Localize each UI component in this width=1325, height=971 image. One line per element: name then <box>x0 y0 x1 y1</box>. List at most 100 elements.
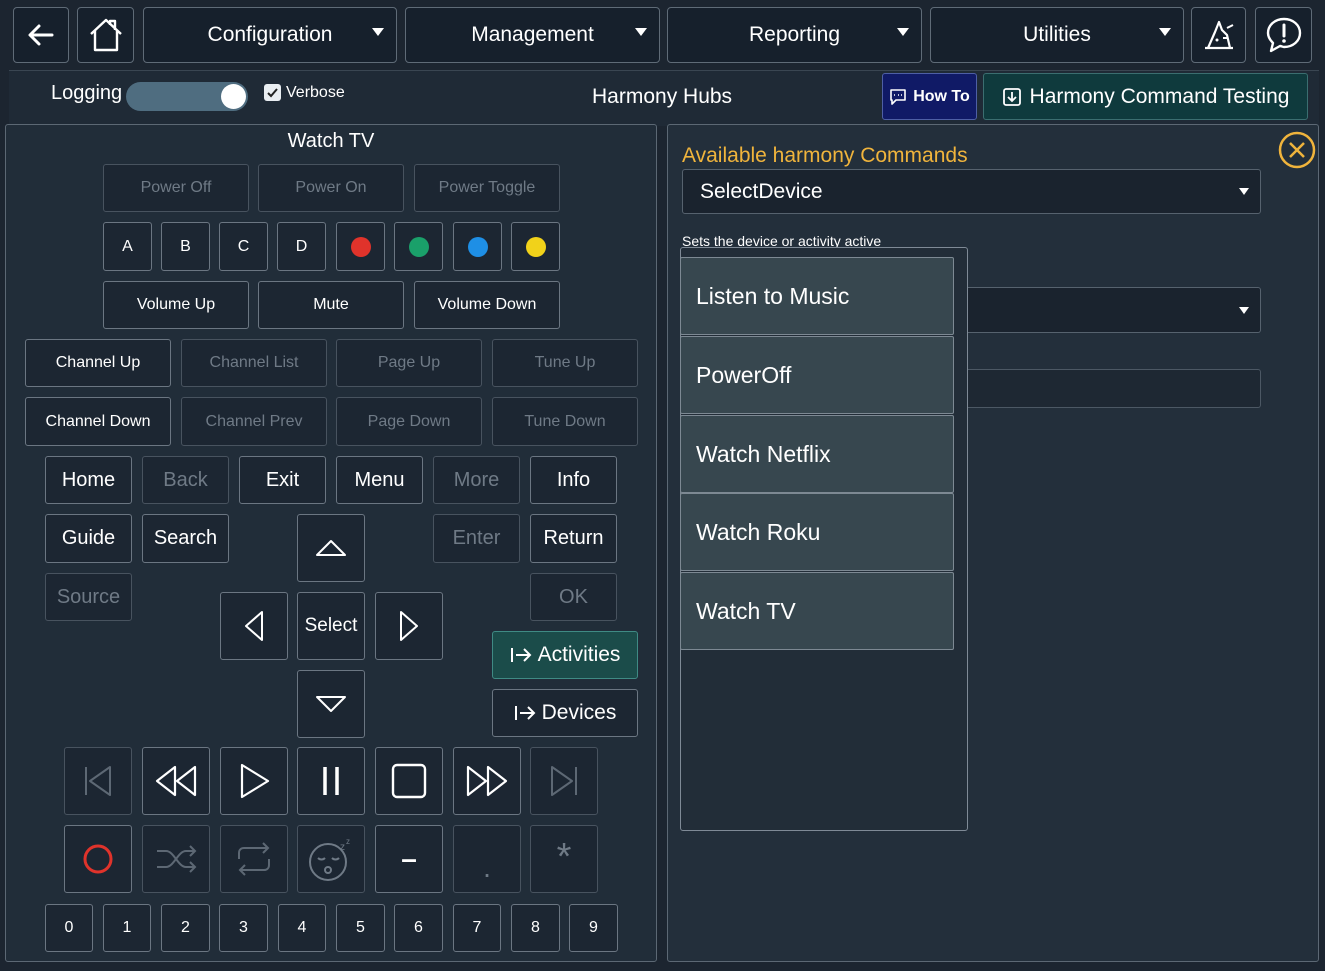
dot-button[interactable]: . <box>453 825 521 893</box>
green-button[interactable] <box>394 222 443 271</box>
channel-down-button[interactable]: Channel Down <box>25 397 171 446</box>
channel-prev-button[interactable]: Channel Prev <box>181 397 327 446</box>
dropdown-option-listen-to-music[interactable]: Listen to Music <box>680 257 954 335</box>
a-button[interactable]: A <box>103 222 152 271</box>
pause-button[interactable] <box>297 747 365 815</box>
select-button[interactable]: Select <box>297 592 365 660</box>
record-icon <box>83 844 113 874</box>
play-button[interactable] <box>220 747 288 815</box>
info-button[interactable]: Info <box>530 456 617 504</box>
how-to-button[interactable]: How To <box>882 73 977 120</box>
back-remote-button[interactable]: Back <box>142 456 229 504</box>
power-off-button[interactable]: Power Off <box>103 164 249 212</box>
devices-label: Devices <box>541 701 617 724</box>
home-remote-button[interactable]: Home <box>45 456 132 504</box>
power-toggle-button[interactable]: Power Toggle <box>414 164 560 212</box>
skip-forward-button[interactable] <box>530 747 598 815</box>
skip-back-icon <box>85 766 111 796</box>
number-0-button[interactable]: 0 <box>45 904 93 952</box>
yellow-dot-icon <box>525 236 546 257</box>
volume-down-button[interactable]: Volume Down <box>414 281 560 329</box>
menu-button[interactable]: Menu <box>336 456 423 504</box>
fast-forward-icon <box>466 765 508 797</box>
left-arrow-button[interactable] <box>220 592 288 660</box>
command-select[interactable]: SelectDevice <box>682 169 1261 214</box>
ok-button[interactable]: OK <box>530 573 617 621</box>
fast-forward-button[interactable] <box>453 747 521 815</box>
exit-button[interactable]: Exit <box>239 456 326 504</box>
down-arrow-button[interactable] <box>297 670 365 738</box>
number-1-button[interactable]: 1 <box>103 904 151 952</box>
verbose-checkbox[interactable] <box>264 84 281 101</box>
logging-toggle[interactable] <box>126 82 248 111</box>
repeat-button[interactable] <box>220 825 288 893</box>
utilities-menu[interactable]: Utilities <box>930 7 1184 63</box>
rewind-button[interactable] <box>142 747 210 815</box>
close-button[interactable] <box>1278 131 1316 169</box>
number-9-button[interactable]: 9 <box>569 904 618 952</box>
skip-forward-icon <box>551 766 577 796</box>
star-button[interactable]: * <box>530 825 598 893</box>
devices-button[interactable]: Devices <box>492 689 638 737</box>
number-2-button[interactable]: 2 <box>161 904 210 952</box>
mute-button[interactable]: Mute <box>258 281 404 329</box>
feedback-button[interactable] <box>1255 7 1312 63</box>
return-button[interactable]: Return <box>530 514 617 563</box>
number-6-button[interactable]: 6 <box>394 904 443 952</box>
search-button[interactable]: Search <box>142 514 229 563</box>
blue-button[interactable] <box>453 222 502 271</box>
shuffle-icon <box>157 845 197 873</box>
dropdown-option-poweroff[interactable]: PowerOff <box>680 336 954 414</box>
sleep-button[interactable]: zz <box>297 825 365 893</box>
guide-button[interactable]: Guide <box>45 514 132 563</box>
c-button[interactable]: C <box>219 222 268 271</box>
back-button[interactable] <box>13 7 69 63</box>
channel-up-button[interactable]: Channel Up <box>25 339 171 387</box>
enter-button[interactable]: Enter <box>433 514 520 563</box>
management-label: Management <box>471 23 594 46</box>
dropdown-option-watch-netflix[interactable]: Watch Netflix <box>680 415 954 493</box>
wizard-button[interactable] <box>1191 7 1246 63</box>
red-dot-icon <box>350 236 371 257</box>
activities-button[interactable]: Activities <box>492 631 638 679</box>
page-title: Harmony Hubs <box>592 85 733 108</box>
management-menu[interactable]: Management <box>405 7 660 63</box>
harmony-command-testing-button[interactable]: Harmony Command Testing <box>983 73 1308 120</box>
channel-list-button[interactable]: Channel List <box>181 339 327 387</box>
dropdown-option-watch-tv[interactable]: Watch TV <box>680 572 954 650</box>
right-arrow-button[interactable] <box>375 592 443 660</box>
play-icon <box>240 763 270 799</box>
more-button[interactable]: More <box>433 456 520 504</box>
power-on-button[interactable]: Power On <box>258 164 404 212</box>
configuration-menu[interactable]: Configuration <box>143 7 397 63</box>
skip-back-button[interactable] <box>64 747 132 815</box>
number-7-button[interactable]: 7 <box>453 904 501 952</box>
dropdown-option-watch-roku[interactable]: Watch Roku <box>680 493 954 571</box>
up-arrow-button[interactable] <box>297 514 365 582</box>
number-8-button[interactable]: 8 <box>511 904 560 952</box>
dash-button[interactable]: – <box>375 825 443 893</box>
tune-up-button[interactable]: Tune Up <box>492 339 638 387</box>
number-4-button[interactable]: 4 <box>278 904 326 952</box>
number-3-button[interactable]: 3 <box>219 904 268 952</box>
d-button[interactable]: D <box>277 222 326 271</box>
b-button[interactable]: B <box>161 222 210 271</box>
red-button[interactable] <box>336 222 385 271</box>
yellow-button[interactable] <box>511 222 560 271</box>
remote-title: Watch TV <box>287 130 375 152</box>
parameter-input[interactable] <box>960 369 1261 408</box>
tune-down-button[interactable]: Tune Down <box>492 397 638 446</box>
stop-button[interactable] <box>375 747 443 815</box>
home-button[interactable] <box>77 7 134 63</box>
volume-up-button[interactable]: Volume Up <box>103 281 249 329</box>
shuffle-button[interactable] <box>142 825 210 893</box>
reporting-menu[interactable]: Reporting <box>667 7 922 63</box>
number-5-button[interactable]: 5 <box>336 904 385 952</box>
page-up-button[interactable]: Page Up <box>336 339 482 387</box>
chevron-down-icon <box>372 28 384 36</box>
source-button[interactable]: Source <box>45 573 132 621</box>
page-down-button[interactable]: Page Down <box>336 397 482 446</box>
record-button[interactable] <box>64 825 132 893</box>
stop-icon <box>391 763 427 799</box>
target-select[interactable] <box>960 287 1261 333</box>
